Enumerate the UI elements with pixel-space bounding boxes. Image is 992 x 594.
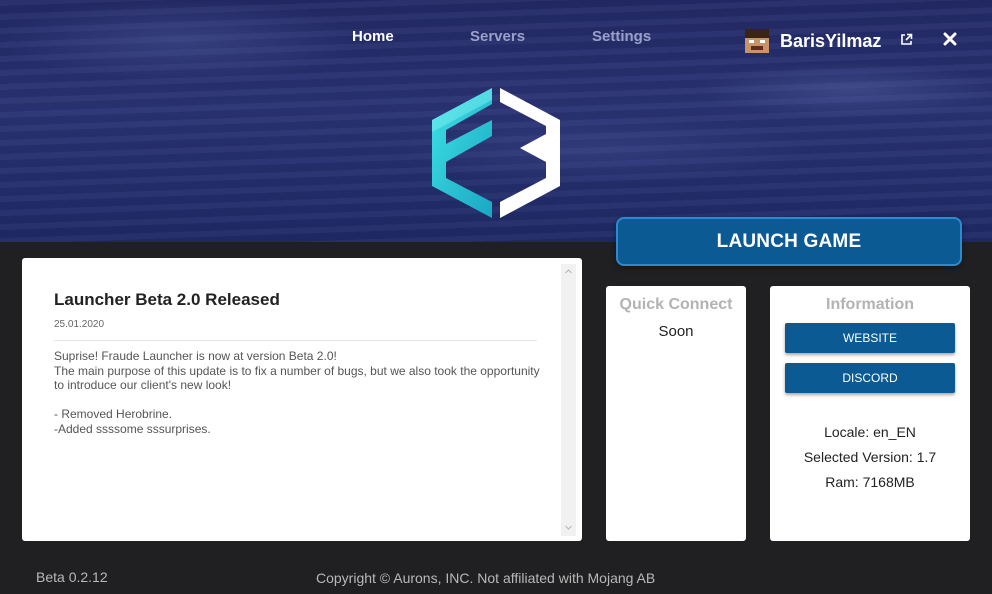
news-divider xyxy=(54,340,537,341)
copyright-text: Copyright © Aurons, INC. Not affiliated … xyxy=(316,570,656,586)
news-line: -Added ssssome sssurprises. xyxy=(54,421,211,436)
ram-text: Ram: 7168MB xyxy=(825,474,915,490)
launch-game-button[interactable]: LAUNCH GAME xyxy=(616,217,962,266)
news-line xyxy=(54,393,544,408)
close-icon[interactable] xyxy=(943,32,957,46)
quick-connect-panel: Quick Connect Soon xyxy=(606,286,746,541)
selected-version-text: Selected Version: 1.7 xyxy=(803,449,937,465)
locale-text: Locale: en_EN xyxy=(824,424,916,440)
news-panel: Launcher Beta 2.0 Released 25.01.2020 Su… xyxy=(22,258,582,541)
news-body: Suprise! Fraude Launcher is now at versi… xyxy=(54,349,544,436)
chevron-up-icon[interactable] xyxy=(565,268,572,275)
information-title: Information xyxy=(826,296,914,313)
external-link-icon[interactable] xyxy=(900,33,913,46)
news-scrollbar[interactable] xyxy=(561,264,576,536)
nav-tab-home[interactable]: Home xyxy=(352,28,394,45)
chevron-down-icon[interactable] xyxy=(565,524,572,531)
news-date: 25.01.2020 xyxy=(54,319,105,330)
nav-tab-settings[interactable]: Settings xyxy=(592,28,651,45)
user-profile[interactable]: BarisYilmaz xyxy=(745,28,881,54)
news-line: Suprise! Fraude Launcher is now at versi… xyxy=(54,349,337,363)
quick-connect-status: Soon xyxy=(658,323,694,340)
nav-tab-servers[interactable]: Servers xyxy=(470,28,525,45)
discord-button[interactable]: DISCORD xyxy=(785,363,955,393)
website-button[interactable]: WEBSITE xyxy=(785,323,955,353)
username: BarisYilmaz xyxy=(780,30,882,51)
news-title: Launcher Beta 2.0 Released xyxy=(54,290,280,309)
quick-connect-title: Quick Connect xyxy=(619,296,733,313)
news-line: The main purpose of this update is to fi… xyxy=(54,363,540,393)
fraude-launcher-logo-icon xyxy=(432,88,560,218)
avatar xyxy=(745,29,769,53)
version-label: Beta 0.2.12 xyxy=(36,569,108,585)
news-line: - Removed Herobrine. xyxy=(54,407,173,421)
information-panel: Information WEBSITE DISCORD Locale: en_E… xyxy=(770,286,970,541)
